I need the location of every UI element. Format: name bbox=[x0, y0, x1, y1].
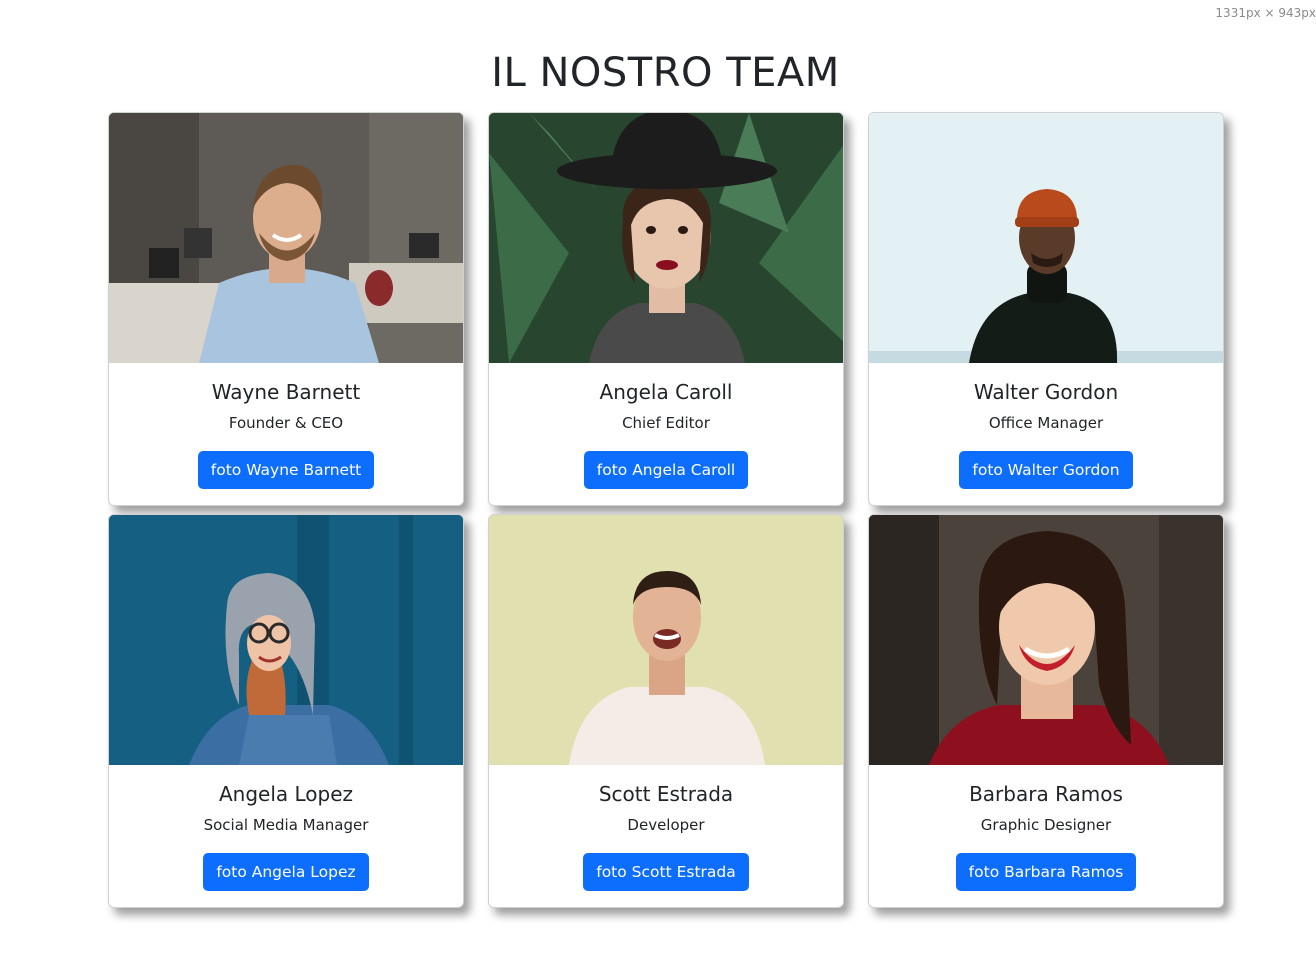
photo-button[interactable]: foto Scott Estrada bbox=[583, 853, 749, 891]
team-member-role: Office Manager bbox=[988, 414, 1104, 432]
team-member-photo bbox=[489, 515, 843, 765]
team-member-role: Graphic Designer bbox=[980, 816, 1112, 834]
team-member-photo bbox=[109, 515, 463, 765]
team-member-name: Angela Lopez bbox=[218, 782, 354, 806]
team-member-role: Chief Editor bbox=[622, 414, 710, 432]
team-member-name: Wayne Barnett bbox=[211, 380, 361, 404]
team-card: Angela Caroll Chief Editor foto Angela C… bbox=[488, 112, 844, 506]
viewport-size-label: 1331px × 943px bbox=[1215, 6, 1316, 20]
team-card: Scott Estrada Developer foto Scott Estra… bbox=[488, 514, 844, 908]
team-member-photo bbox=[869, 515, 1223, 765]
team-member-role: Developer bbox=[627, 816, 705, 834]
photo-button[interactable]: foto Angela Lopez bbox=[203, 853, 369, 891]
team-member-role: Social Media Manager bbox=[203, 816, 369, 834]
team-card: Angela Lopez Social Media Manager foto A… bbox=[108, 514, 464, 908]
team-card: Wayne Barnett Founder & CEO foto Wayne B… bbox=[108, 112, 464, 506]
team-member-photo bbox=[489, 113, 843, 363]
team-member-name: Barbara Ramos bbox=[969, 782, 1123, 806]
team-member-role: Founder & CEO bbox=[228, 414, 344, 432]
team-member-photo bbox=[109, 113, 463, 363]
page-title: IL NOSTRO TEAM bbox=[491, 50, 840, 96]
photo-button[interactable]: foto Wayne Barnett bbox=[197, 451, 375, 489]
photo-button[interactable]: foto Barbara Ramos bbox=[955, 853, 1137, 891]
photo-button[interactable]: foto Walter Gordon bbox=[959, 451, 1133, 489]
team-card: Barbara Ramos Graphic Designer foto Barb… bbox=[868, 514, 1224, 908]
photo-button[interactable]: foto Angela Caroll bbox=[583, 451, 749, 489]
team-member-name: Walter Gordon bbox=[973, 380, 1119, 404]
team-grid: Wayne Barnett Founder & CEO foto Wayne B… bbox=[108, 112, 1224, 908]
team-card: Walter Gordon Office Manager foto Walter… bbox=[868, 112, 1224, 506]
team-member-name: Angela Caroll bbox=[599, 380, 733, 404]
team-member-name: Scott Estrada bbox=[598, 782, 734, 806]
team-member-photo bbox=[869, 113, 1223, 363]
